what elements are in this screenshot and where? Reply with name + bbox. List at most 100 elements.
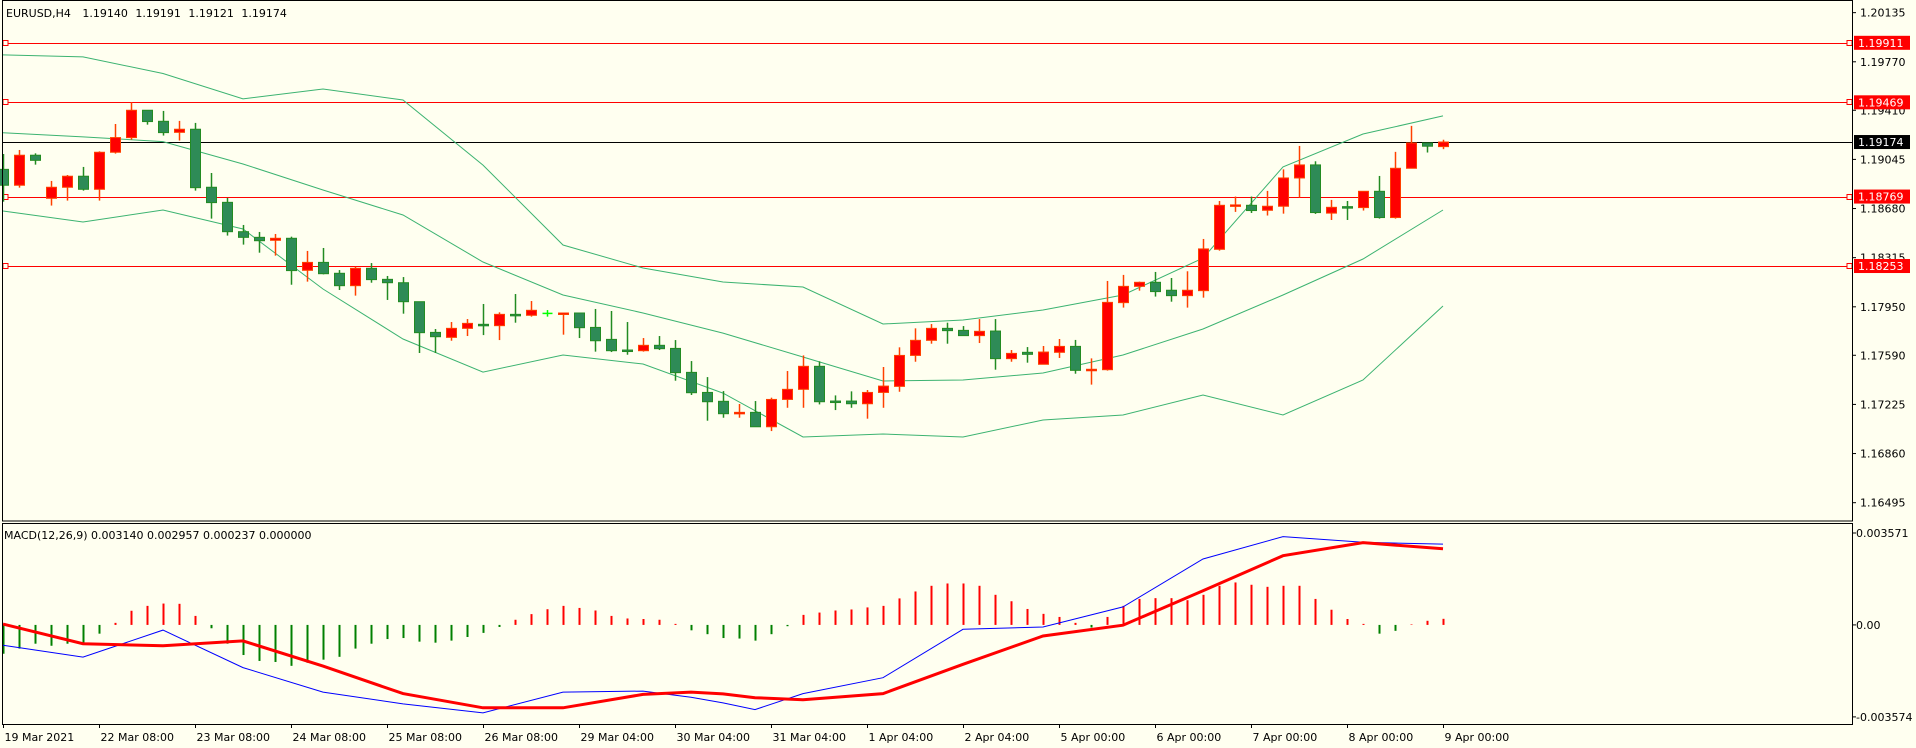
candle-body [478,323,489,327]
candle-body [510,313,521,317]
candle-body [654,344,665,350]
candle-body [702,391,713,403]
candle-body [750,411,761,428]
candle-body [878,385,889,393]
candle-body [1294,164,1305,179]
candle-body [1262,205,1273,211]
candle-body [270,237,281,241]
candle[interactable] [1214,200,1225,251]
candle-body [1246,204,1257,212]
candle-body [1118,285,1129,304]
candle-body [1422,142,1433,147]
line-handle-right[interactable] [1846,263,1853,269]
candle-body [686,371,697,394]
line-handle-right[interactable] [1846,99,1853,105]
candle-body [30,154,41,161]
candle-body [126,109,137,139]
candle[interactable] [222,197,233,236]
candle-body [974,330,985,337]
time-axis-label: 9 Apr 00:00 [1445,731,1510,744]
header-close: 1.19174 [241,7,287,20]
candle-body [174,128,185,133]
candle-body [1166,289,1177,297]
line-handle-right[interactable] [1846,194,1853,200]
candle-body [798,365,809,390]
candle-body [1006,352,1017,360]
line-price-label-text: 1.19469 [1858,96,1904,109]
candle-body [0,168,9,186]
line-handle-left[interactable] [2,99,9,105]
candle-body [14,154,25,186]
candle-body [894,354,905,387]
candle-body [1358,190,1369,209]
candle-body [1390,167,1401,219]
candle-body [366,267,377,281]
candle-body [718,400,729,415]
candle-body [1038,351,1049,365]
candle-body [622,349,633,353]
time-axis-label: 22 Mar 08:00 [101,731,174,744]
time-axis-label: 23 Mar 08:00 [197,731,270,744]
current-price-label-text: 1.19174 [1858,136,1904,149]
macd-axis-label: -0.003574 [1856,711,1912,724]
candle-body [1070,345,1081,371]
time-axis-label: 7 Apr 00:00 [1253,731,1318,744]
line-handle-left[interactable] [2,263,9,269]
price-axis-label: 1.16860 [1860,448,1906,461]
price-axis-label: 1.17225 [1860,398,1906,411]
candle-body [1134,281,1145,287]
header-open: 1.19140 [82,7,128,20]
candle[interactable] [814,361,825,405]
line-price-label-text: 1.19911 [1858,37,1904,50]
macd-axis-label: 0.003571 [1856,527,1909,540]
chart-header: EURUSD,H4 1.19140 1.19191 1.19121 1.1917… [6,7,287,20]
time-axis-label: 29 Mar 04:00 [581,731,654,744]
candle[interactable] [766,397,777,432]
candle-body [350,267,361,287]
candle[interactable] [1310,161,1321,214]
symbol-timeframe: EURUSD,H4 [6,7,71,20]
candle-body [334,272,345,287]
candle-body [1438,141,1449,148]
candle-body [190,128,201,189]
candle-body [558,312,569,316]
time-axis-label: 2 Apr 04:00 [965,731,1030,744]
candle-body [574,312,585,329]
time-axis-label: 5 Apr 00:00 [1061,731,1126,744]
candle-body [1326,206,1337,214]
candle-body [1214,204,1225,250]
line-price-label-text: 1.18253 [1858,260,1904,273]
line-handle-left[interactable] [2,40,9,46]
price-axis-label: 1.17950 [1860,301,1906,314]
candle-body [1102,301,1113,371]
candle-body [222,201,233,233]
candle-body [1150,281,1161,293]
candle[interactable] [1358,190,1369,211]
line-price-label: 1.18769 [1854,189,1910,204]
candle-body [142,109,153,123]
candle-body [670,347,681,374]
candle-body [910,339,921,356]
candle[interactable] [14,149,25,188]
candle-body [1198,248,1209,292]
candle-body [1342,206,1353,209]
candle-body [414,301,425,334]
candle-body [46,186,57,199]
candle-body [590,326,601,342]
candle-body [526,309,537,316]
header-low: 1.19121 [188,7,234,20]
trading-chart[interactable]: 1.201351.197701.194101.190451.186801.183… [0,0,1916,748]
candle-body [926,327,937,341]
time-axis-label: 24 Mar 08:00 [293,731,366,744]
candle-body [158,120,169,134]
candle[interactable] [190,122,201,191]
candle-body [62,175,73,188]
time-axis-label: 31 Mar 04:00 [773,731,846,744]
price-axis-label: 1.17590 [1860,349,1906,362]
time-axis-label: 30 Mar 04:00 [677,731,750,744]
candle-body [734,411,745,415]
candle-body [318,261,329,275]
candle-body [238,231,249,238]
candle-body [814,365,825,403]
line-handle-right[interactable] [1846,40,1853,46]
